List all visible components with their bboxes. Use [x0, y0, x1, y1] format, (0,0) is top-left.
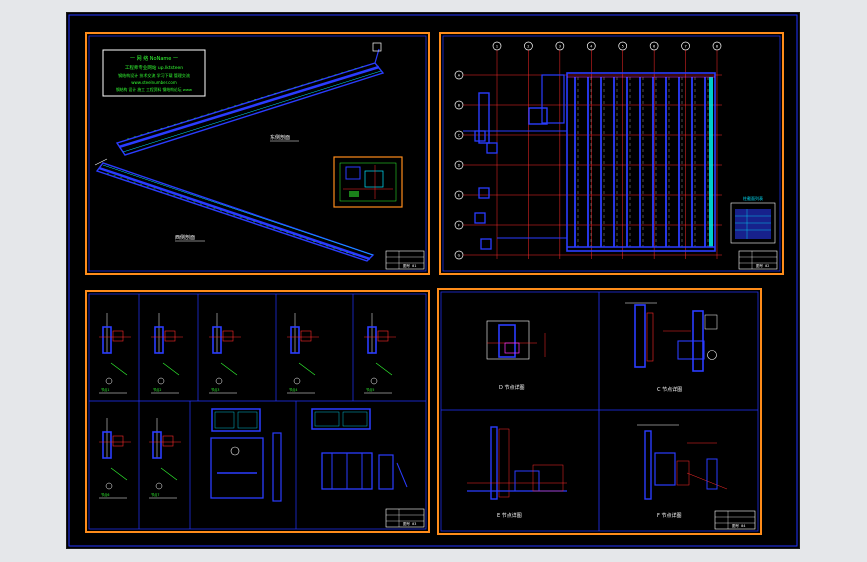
- detail-sketch-3: 节点3: [209, 313, 241, 394]
- detail-label: 节点7: [151, 492, 159, 497]
- axis-bubble-label: 5: [622, 45, 624, 49]
- info-line-4: www.steelnumber.com: [131, 80, 177, 85]
- row-bubble-G: G: [454, 250, 722, 260]
- detail-sketch-7: 节点7: [149, 418, 181, 499]
- row-bubble-label: C: [458, 133, 461, 137]
- view-label-c: C 节点详图: [657, 386, 682, 393]
- detail-c-drawing: [625, 302, 718, 372]
- sheet-border: [437, 288, 762, 535]
- detail-d-drawing: [486, 320, 546, 360]
- axis-bubble-label: 3: [559, 45, 561, 49]
- connection-details: 节点1 节点2 节点3 节点4 节点5 节点6 节点7: [99, 313, 396, 499]
- cell-dividers: [138, 294, 354, 529]
- title-block-number: 图号 03: [403, 521, 416, 526]
- detail-label: 节点6: [101, 492, 109, 497]
- view-label-f: F 节点详图: [657, 512, 681, 519]
- row-bubble-label: E: [458, 193, 460, 197]
- row-bubble-label: G: [458, 253, 461, 257]
- sheet-top-right[interactable]: 1 2 3 4 5 6 7 8 A B C D E F G 柱截面列表 图号 02: [439, 32, 784, 275]
- view-label-e: E 节点详图: [497, 512, 522, 519]
- axis-bubble-label: 7: [684, 45, 686, 49]
- info-line-2: 工程师专业网站 up.lktsteen: [125, 64, 183, 71]
- upper-view-label: 东侧剖面: [270, 134, 290, 141]
- axis-bubble-label: 4: [590, 45, 593, 49]
- row-bubble-label: D: [458, 163, 461, 167]
- axis-bubble-6: 6: [649, 41, 659, 259]
- sheet-inner-border: [88, 35, 427, 272]
- axis-bubble-5: 5: [618, 41, 628, 259]
- detail-sketch-6: 节点6: [99, 418, 131, 499]
- axis-bubble-7: 7: [681, 41, 690, 259]
- title-block-number: 图号 02: [756, 263, 769, 268]
- sheet-inner-border: [440, 291, 759, 532]
- lower-view-label: 西侧剖面: [175, 234, 195, 241]
- detail-label: 节点1: [101, 387, 109, 392]
- sheet-bottom-left[interactable]: 节点1 节点2 节点3 节点4 节点5 节点6 节点7 图号 03: [85, 290, 430, 533]
- axis-bubble-label: 1: [496, 45, 498, 49]
- title-block: 图号 02: [738, 250, 778, 270]
- view-label-d: D 节点详图: [499, 384, 524, 391]
- axis-bubble-label: 2: [527, 45, 529, 49]
- detail-e-drawing: [467, 426, 567, 500]
- frame-elevations: [210, 408, 408, 502]
- framing-plan: [463, 72, 716, 252]
- detail-sketch-1: 节点1: [99, 313, 131, 394]
- axis-bubble-2: 2: [524, 41, 533, 259]
- title-block: 图号 04: [714, 510, 756, 530]
- row-bubble-label: F: [458, 223, 460, 227]
- column-axis-bubbles: 1 2 3 4 5 6 7 8: [492, 41, 722, 259]
- title-block-number: 图号 01: [403, 263, 416, 268]
- info-box: 一 网 络 NoName 一 工程师专业网站 up.lktsteen 钢结构设计…: [102, 49, 206, 97]
- schedule-title: 柱截面列表: [743, 195, 763, 201]
- axis-bubble-label: 8: [716, 45, 718, 49]
- title-block: 图号 03: [385, 508, 425, 528]
- title-block: 图号 01: [385, 250, 425, 270]
- detail-sketch-2: 节点2: [151, 313, 183, 394]
- axis-bubble-label: 6: [653, 45, 655, 49]
- detail-label: 节点3: [211, 387, 219, 392]
- row-bubble-label: B: [458, 103, 461, 107]
- detail-label: 节点2: [153, 387, 161, 392]
- sheet-border: [85, 290, 430, 533]
- sheet-top-left[interactable]: 一 网 络 NoName 一 工程师专业网站 up.lktsteen 钢结构设计…: [85, 32, 430, 275]
- outer-frame: [68, 14, 798, 547]
- row-bubble-label: A: [458, 73, 461, 77]
- detail-label: 节点4: [289, 387, 297, 392]
- detail-label: 节点5: [366, 387, 374, 392]
- detail-sketch-4: 节点4: [287, 313, 319, 394]
- info-line-3: 钢结构设计 技术交流 学习下载 管理交流: [118, 72, 190, 78]
- column-schedule: 柱截面列表: [730, 195, 776, 244]
- location-plan: [333, 156, 403, 208]
- info-line-1: 一 网 络 NoName 一: [130, 55, 178, 62]
- drawing-canvas[interactable]: 一 网 络 NoName 一 工程师专业网站 up.lktsteen 钢结构设计…: [66, 12, 800, 549]
- info-line-5: 钢结构 设计 施工 工程资料 钢结构论坛 www: [116, 87, 192, 92]
- detail-f-drawing: [637, 424, 728, 500]
- title-block-number: 图号 04: [732, 523, 745, 528]
- sheet-bottom-right[interactable]: D 节点详图 C 节点详图 E 节点详图 F 节点详图 图号 04: [437, 288, 762, 535]
- detail-sketch-5: 节点5: [364, 313, 396, 394]
- cad-sheet-layout: 一 网 络 NoName 一 工程师专业网站 up.lktsteen 钢结构设计…: [68, 14, 798, 547]
- lower-diagonal-truss: [94, 158, 375, 262]
